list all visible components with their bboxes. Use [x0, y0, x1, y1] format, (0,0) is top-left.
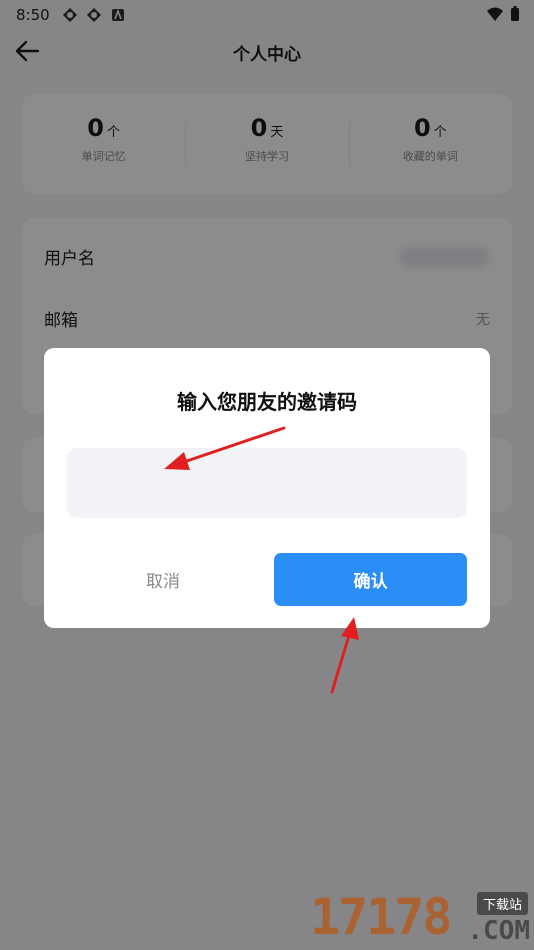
watermark-logo: 17178 下载站 .COM [310, 888, 532, 948]
watermark-number: 17178 [310, 888, 453, 946]
watermark-domain: .COM [467, 916, 530, 946]
watermark-site: 下载站 [476, 892, 528, 915]
invite-code-input[interactable] [67, 448, 467, 518]
invite-code-dialog: 输入您朋友的邀请码 取消 确认 [44, 348, 490, 628]
dialog-title: 输入您朋友的邀请码 [177, 390, 357, 414]
cancel-button[interactable]: 取消 [88, 553, 238, 605]
confirm-button[interactable]: 确认 [274, 553, 467, 606]
